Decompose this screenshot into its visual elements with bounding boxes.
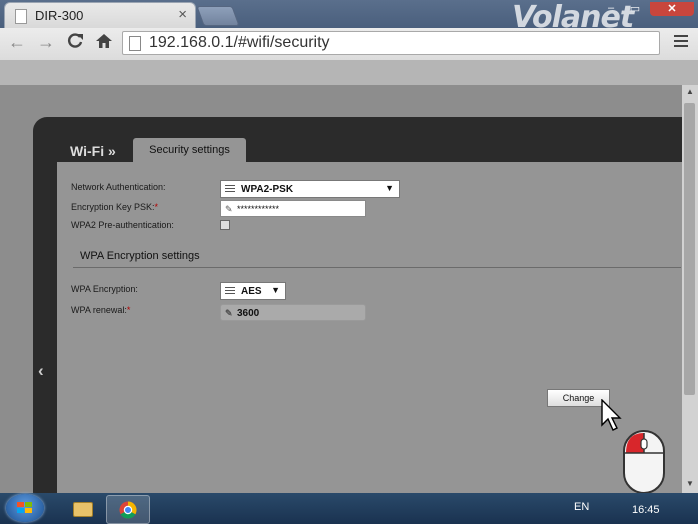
pencil-icon: ✎ (225, 308, 233, 318)
forward-arrow-icon[interactable]: → (37, 32, 55, 53)
page-header-band (0, 61, 698, 85)
list-icon (225, 185, 235, 194)
psk-label: Encryption Key PSK:* (71, 202, 158, 212)
windows-logo-icon (17, 502, 32, 513)
taskbar: EN 16:45 (0, 493, 698, 524)
chrome-icon (119, 501, 137, 519)
mouse-cursor-icon (601, 399, 622, 431)
wpa-renewal-input[interactable]: ✎ 3600 (220, 304, 366, 321)
wpa-renewal-label: WPA renewal:* (71, 305, 130, 315)
menu-icon[interactable] (674, 35, 688, 50)
home-icon[interactable] (95, 32, 113, 55)
list-icon (225, 287, 235, 296)
address-bar[interactable]: 192.168.0.1/#wifi/security (122, 31, 660, 55)
maximize-button[interactable]: ▭ (624, 2, 646, 16)
page-favicon-icon (15, 9, 27, 24)
reload-glyph (68, 33, 83, 48)
page-icon (129, 36, 141, 51)
vertical-scrollbar[interactable]: ▲ ▼ (682, 85, 698, 493)
scroll-thumb[interactable] (684, 103, 695, 395)
preauth-label: WPA2 Pre-authentication: (71, 220, 174, 230)
start-button[interactable] (6, 494, 44, 522)
tab-security-settings[interactable]: Security settings (133, 138, 246, 162)
minimize-button[interactable]: – (600, 2, 622, 16)
folder-icon (73, 502, 93, 517)
wpa-section-title: WPA Encryption settings (80, 250, 200, 262)
browser-tab[interactable]: DIR-300 × (4, 2, 196, 28)
breadcrumb[interactable]: Wi-Fi » (70, 143, 116, 159)
psk-label-text: Encryption Key PSK: (71, 202, 155, 212)
wpa-encryption-select[interactable]: AES ▼ (220, 282, 286, 300)
back-arrow-icon[interactable]: ← (8, 32, 26, 53)
wpa-encryption-value: AES (241, 286, 262, 297)
scroll-up-icon[interactable]: ▲ (686, 87, 694, 96)
taskbar-explorer[interactable] (61, 495, 103, 522)
dropdown-arrow-icon: ▼ (385, 183, 394, 193)
clock[interactable]: 16:45 (632, 504, 660, 516)
tab-close-icon[interactable]: × (178, 6, 187, 23)
wpa-renewal-value: 3600 (237, 308, 260, 319)
preauth-checkbox[interactable] (220, 220, 230, 230)
required-marker: * (154, 202, 159, 212)
browser-toolbar: ← → 192.168.0.1/#wifi/security (0, 28, 698, 61)
required-marker: * (126, 305, 131, 315)
new-tab-button[interactable] (196, 6, 240, 26)
home-glyph (96, 34, 112, 48)
pencil-icon: ✎ (225, 204, 233, 214)
section-divider (73, 267, 681, 268)
network-auth-value: WPA2-PSK (241, 184, 294, 195)
tab-title: DIR-300 (35, 8, 84, 23)
router-panel: Wi-Fi » Security settings ‹ Network Auth… (33, 117, 682, 493)
network-auth-label: Network Authentication: (71, 182, 166, 192)
mouse-click-icon (623, 430, 665, 494)
wpa-renewal-label-text: WPA renewal: (71, 305, 127, 315)
psk-value: ************ (237, 204, 280, 214)
dropdown-arrow-icon: ▼ (271, 285, 280, 295)
language-indicator[interactable]: EN (574, 501, 589, 513)
wpa-encryption-label: WPA Encryption: (71, 284, 138, 294)
settings-form: Network Authentication: WPA2-PSK ▼ Encry… (57, 162, 682, 493)
psk-input[interactable]: ✎ ************ (220, 200, 366, 217)
scroll-down-icon[interactable]: ▼ (686, 479, 694, 488)
taskbar-chrome[interactable] (106, 495, 150, 524)
tab-strip: DIR-300 × Volanet – ▭ ✕ (0, 0, 698, 35)
reload-icon[interactable] (66, 32, 84, 55)
url-text: 192.168.0.1/#wifi/security (149, 34, 330, 51)
close-window-button[interactable]: ✕ (650, 2, 694, 16)
back-chevron-icon[interactable]: ‹ (38, 361, 44, 381)
network-auth-select[interactable]: WPA2-PSK ▼ (220, 180, 400, 198)
